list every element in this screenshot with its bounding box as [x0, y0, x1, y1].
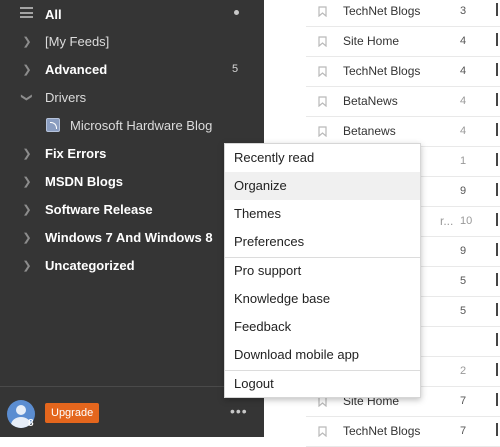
- chevron-right-icon[interactable]: ❯: [21, 175, 33, 188]
- menu-item-knowledge-base[interactable]: Knowledge base: [225, 285, 420, 313]
- list-item[interactable]: Site Home 4: [306, 27, 500, 57]
- chevron-right-icon[interactable]: ❯: [21, 259, 33, 272]
- list-item[interactable]: TechNet Blogs 3: [306, 0, 500, 27]
- sidebar-item-label: Uncategorized: [45, 257, 135, 273]
- menu-icon[interactable]: [20, 7, 33, 18]
- chevron-right-icon[interactable]: ❯: [21, 231, 33, 244]
- article-count: 4: [460, 35, 467, 47]
- article-source: TechNet Blogs: [343, 424, 421, 438]
- article-title-edge: [496, 423, 498, 436]
- article-title-edge: [496, 153, 498, 166]
- article-count: 3: [460, 5, 467, 17]
- bookmark-icon[interactable]: [318, 426, 327, 437]
- article-source: Betanews: [343, 124, 396, 138]
- chevron-right-icon[interactable]: ❯: [21, 203, 33, 216]
- menu-item-download-mobile-app[interactable]: Download mobile app: [225, 341, 420, 369]
- more-options-icon[interactable]: •••: [230, 403, 248, 419]
- sidebar-item-label: Microsoft Hardware Blog: [70, 117, 213, 133]
- bookmark-icon[interactable]: [318, 36, 327, 47]
- sidebar-item-advanced[interactable]: ❯ Advanced 5: [0, 55, 264, 83]
- menu-item-recently-read[interactable]: Recently read: [225, 144, 420, 172]
- article-title-edge: [496, 393, 498, 406]
- article-title-edge: [496, 243, 498, 256]
- article-title-edge: [496, 273, 498, 286]
- article-title-edge: [496, 303, 498, 316]
- article-source: TechNet Blogs: [343, 4, 421, 18]
- article-source: r...: [440, 214, 454, 228]
- avatar-badge: 8: [28, 418, 34, 429]
- article-count: 5: [460, 275, 467, 287]
- article-count: 9: [460, 245, 467, 257]
- sidebar-item-my-feeds[interactable]: ❯ [My Feeds]: [0, 27, 264, 55]
- list-item[interactable]: TechNet Blogs 4: [306, 57, 500, 87]
- article-count: 1: [460, 155, 467, 167]
- sidebar-item-label: Software Release: [45, 201, 153, 217]
- article-count: 4: [460, 65, 467, 77]
- article-source: Site Home: [343, 34, 400, 48]
- sidebar-item-label: Windows 7 And Windows 8: [45, 229, 213, 245]
- article-title-edge: [496, 3, 498, 16]
- article-title-edge: [496, 363, 498, 376]
- article-count: 5: [460, 305, 467, 317]
- article-title-edge: [496, 213, 498, 226]
- article-title-edge: [496, 123, 498, 136]
- chevron-down-icon[interactable]: ❯: [21, 91, 34, 103]
- sidebar-item-all[interactable]: All: [0, 0, 264, 28]
- sidebar-item-drivers[interactable]: ❯ Drivers: [0, 83, 264, 111]
- article-count: 4: [460, 125, 467, 137]
- article-title-edge: [496, 63, 498, 76]
- bookmark-icon[interactable]: [318, 6, 327, 17]
- list-item[interactable]: BetaNews 4: [306, 87, 500, 117]
- chevron-right-icon[interactable]: ❯: [21, 35, 33, 48]
- article-source: TechNet Blogs: [343, 64, 421, 78]
- sidebar-item-label: All: [45, 6, 62, 22]
- menu-item-feedback[interactable]: Feedback: [225, 313, 420, 341]
- menu-item-themes[interactable]: Themes: [225, 200, 420, 228]
- chevron-right-icon[interactable]: ❯: [21, 147, 33, 160]
- list-item[interactable]: TechNet Blogs 7: [306, 417, 500, 447]
- sidebar-item-microsoft-hardware-blog[interactable]: Microsoft Hardware Blog: [0, 111, 264, 139]
- article-title-edge: [496, 333, 498, 346]
- unread-dot-icon: [234, 10, 239, 15]
- sidebar-item-label: Drivers: [45, 89, 87, 105]
- article-title-edge: [496, 183, 498, 196]
- sidebar-item-label: Advanced: [45, 61, 108, 77]
- article-count: 2: [460, 365, 467, 377]
- menu-item-logout[interactable]: Logout: [225, 370, 420, 398]
- bookmark-icon[interactable]: [318, 96, 327, 107]
- sidebar-item-label: [My Feeds]: [45, 33, 110, 49]
- sidebar-item-label: MSDN Blogs: [45, 173, 123, 189]
- article-count: 7: [460, 425, 467, 437]
- article-count: 9: [460, 185, 467, 197]
- unread-count: 5: [232, 63, 239, 75]
- article-count: 4: [460, 95, 467, 107]
- bookmark-icon[interactable]: [318, 126, 327, 137]
- sidebar-item-label: Fix Errors: [45, 145, 107, 161]
- article-title-edge: [496, 33, 498, 46]
- bookmark-icon[interactable]: [318, 66, 327, 77]
- rss-feed-icon: [46, 118, 60, 132]
- chevron-right-icon[interactable]: ❯: [21, 63, 33, 76]
- article-source: BetaNews: [343, 94, 398, 108]
- article-title-edge: [496, 93, 498, 106]
- article-count: 7: [460, 395, 467, 407]
- menu-item-preferences[interactable]: Preferences: [225, 228, 420, 256]
- menu-item-pro-support[interactable]: Pro support: [225, 257, 420, 285]
- options-menu: Recently read Organize Themes Preference…: [224, 143, 421, 398]
- article-count: 10: [460, 215, 473, 227]
- menu-item-organize[interactable]: Organize: [225, 172, 420, 200]
- upgrade-button[interactable]: Upgrade: [45, 403, 100, 423]
